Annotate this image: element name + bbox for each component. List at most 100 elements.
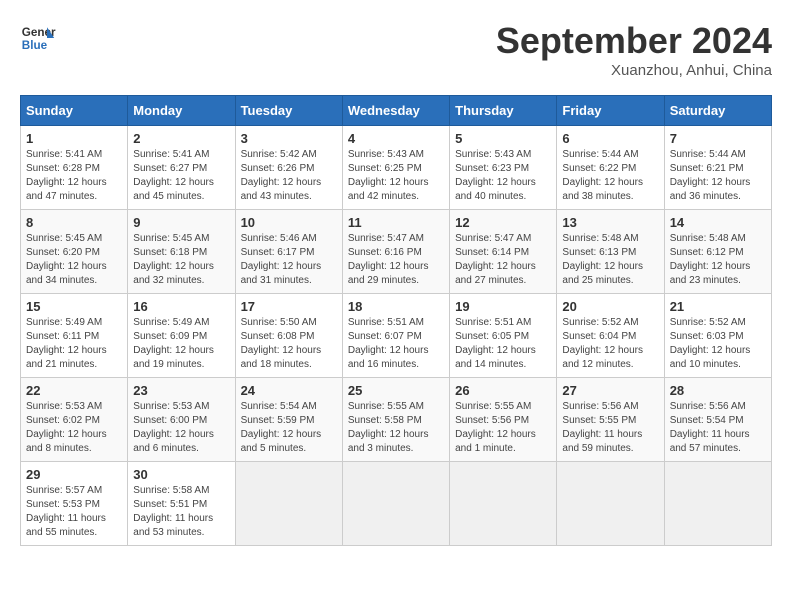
day-number: 29 (26, 467, 122, 482)
day-number: 9 (133, 215, 229, 230)
calendar-cell: 23 Sunrise: 5:53 AM Sunset: 6:00 PM Dayli… (128, 378, 235, 462)
day-number: 26 (455, 383, 551, 398)
calendar-cell: 22 Sunrise: 5:53 AM Sunset: 6:02 PM Dayli… (21, 378, 128, 462)
calendar-cell: 19Sunrise: 5:51 AM Sunset: 6:05 PM Dayli… (450, 294, 557, 378)
day-info: Sunrise: 5:56 AM Sunset: 5:55 PM Dayligh… (562, 400, 658, 456)
day-number: 20 (562, 299, 658, 314)
day-number: 11 (348, 215, 444, 230)
day-number: 2 (133, 131, 229, 146)
day-number: 27 (562, 383, 658, 398)
page-header: General Blue September 2024 Xuanzhou, An… (20, 20, 772, 79)
day-info: Sunrise: 5:43 AM Sunset: 6:25 PM Dayligh… (348, 148, 444, 204)
day-header-monday: Monday (128, 96, 235, 126)
day-info: Sunrise: 5:51 AM Sunset: 6:05 PM Dayligh… (455, 316, 551, 372)
calendar-cell: 18 Sunrise: 5:51 AM Sunset: 6:07 PM Dayli… (342, 294, 449, 378)
day-info: Sunrise: 5:58 AM Sunset: 5:51 PM Dayligh… (133, 484, 229, 540)
day-number: 12 (455, 215, 551, 230)
day-number: 24 (241, 383, 337, 398)
day-number: 3 (241, 131, 337, 146)
day-number: 22 (26, 383, 122, 398)
svg-text:Blue: Blue (22, 39, 48, 52)
day-number: 25 (348, 383, 444, 398)
calendar-cell: 15 Sunrise: 5:49 AM Sunset: 6:11 PM Dayli… (21, 294, 128, 378)
day-info: Sunrise: 5:50 AM Sunset: 6:08 PM Dayligh… (241, 316, 337, 372)
calendar-cell: 7 Sunrise: 5:44 AM Sunset: 6:21 PM Daylig… (664, 126, 771, 210)
calendar-cell: 13 Sunrise: 5:48 AM Sunset: 6:13 PM Dayli… (557, 210, 664, 294)
day-info: Sunrise: 5:55 AM Sunset: 5:58 PM Dayligh… (348, 400, 444, 456)
day-info: Sunrise: 5:56 AM Sunset: 5:54 PM Dayligh… (670, 400, 766, 456)
day-info: Sunrise: 5:44 AM Sunset: 6:22 PM Dayligh… (562, 148, 658, 204)
day-number: 16 (133, 299, 229, 314)
calendar-cell: 12 Sunrise: 5:47 AM Sunset: 6:14 PM Dayli… (450, 210, 557, 294)
day-info: Sunrise: 5:52 AM Sunset: 6:03 PM Dayligh… (670, 316, 766, 372)
day-number: 13 (562, 215, 658, 230)
day-info: Sunrise: 5:47 AM Sunset: 6:14 PM Dayligh… (455, 232, 551, 288)
day-info: Sunrise: 5:48 AM Sunset: 6:12 PM Dayligh… (670, 232, 766, 288)
day-info: Sunrise: 5:43 AM Sunset: 6:23 PM Dayligh… (455, 148, 551, 204)
calendar-cell: 17 Sunrise: 5:50 AM Sunset: 6:08 PM Dayli… (235, 294, 342, 378)
day-header-thursday: Thursday (450, 96, 557, 126)
day-number: 10 (241, 215, 337, 230)
calendar-cell: 30Sunrise: 5:58 AM Sunset: 5:51 PM Dayli… (128, 462, 235, 546)
calendar-cell: 5 Sunrise: 5:43 AM Sunset: 6:23 PM Daylig… (450, 126, 557, 210)
calendar-cell: 1 Sunrise: 5:41 AM Sunset: 6:28 PM Daylig… (21, 126, 128, 210)
day-info: Sunrise: 5:57 AM Sunset: 5:53 PM Dayligh… (26, 484, 122, 540)
day-number: 4 (348, 131, 444, 146)
calendar-cell: 11 Sunrise: 5:47 AM Sunset: 6:16 PM Dayli… (342, 210, 449, 294)
day-number: 1 (26, 131, 122, 146)
title-section: September 2024 Xuanzhou, Anhui, China (496, 20, 772, 79)
calendar-cell: 26 Sunrise: 5:55 AM Sunset: 5:56 PM Dayli… (450, 378, 557, 462)
day-info: Sunrise: 5:41 AM Sunset: 6:28 PM Dayligh… (26, 148, 122, 204)
month-title: September 2024 (496, 20, 772, 62)
day-info: Sunrise: 5:46 AM Sunset: 6:17 PM Dayligh… (241, 232, 337, 288)
calendar-cell: 3 Sunrise: 5:42 AM Sunset: 6:26 PM Daylig… (235, 126, 342, 210)
calendar-cell: 14 Sunrise: 5:48 AM Sunset: 6:12 PM Dayli… (664, 210, 771, 294)
calendar-cell: 10 Sunrise: 5:46 AM Sunset: 6:17 PM Dayli… (235, 210, 342, 294)
calendar-week-5: 29 Sunrise: 5:57 AM Sunset: 5:53 PM Dayli… (21, 462, 772, 546)
day-number: 7 (670, 131, 766, 146)
day-header-wednesday: Wednesday (342, 96, 449, 126)
day-number: 17 (241, 299, 337, 314)
calendar-cell: 25 Sunrise: 5:55 AM Sunset: 5:58 PM Dayli… (342, 378, 449, 462)
day-number: 14 (670, 215, 766, 230)
calendar-cell (664, 462, 771, 546)
calendar-cell: 16 Sunrise: 5:49 AM Sunset: 6:09 PM Dayli… (128, 294, 235, 378)
calendar-week-4: 22 Sunrise: 5:53 AM Sunset: 6:02 PM Dayli… (21, 378, 772, 462)
day-info: Sunrise: 5:53 AM Sunset: 6:00 PM Dayligh… (133, 400, 229, 456)
day-info: Sunrise: 5:45 AM Sunset: 6:20 PM Dayligh… (26, 232, 122, 288)
day-number: 23 (133, 383, 229, 398)
day-info: Sunrise: 5:49 AM Sunset: 6:11 PM Dayligh… (26, 316, 122, 372)
day-number: 5 (455, 131, 551, 146)
day-info: Sunrise: 5:52 AM Sunset: 6:04 PM Dayligh… (562, 316, 658, 372)
day-info: Sunrise: 5:44 AM Sunset: 6:21 PM Dayligh… (670, 148, 766, 204)
calendar-cell (342, 462, 449, 546)
day-number: 8 (26, 215, 122, 230)
calendar-cell: 9Sunrise: 5:45 AM Sunset: 6:18 PM Daylig… (128, 210, 235, 294)
day-number: 6 (562, 131, 658, 146)
calendar-cell: 28 Sunrise: 5:56 AM Sunset: 5:54 PM Dayli… (664, 378, 771, 462)
day-info: Sunrise: 5:47 AM Sunset: 6:16 PM Dayligh… (348, 232, 444, 288)
day-header-saturday: Saturday (664, 96, 771, 126)
day-info: Sunrise: 5:54 AM Sunset: 5:59 PM Dayligh… (241, 400, 337, 456)
day-info: Sunrise: 5:42 AM Sunset: 6:26 PM Dayligh… (241, 148, 337, 204)
calendar-week-2: 8 Sunrise: 5:45 AM Sunset: 6:20 PM Daylig… (21, 210, 772, 294)
calendar-week-1: 1 Sunrise: 5:41 AM Sunset: 6:28 PM Daylig… (21, 126, 772, 210)
location-subtitle: Xuanzhou, Anhui, China (496, 62, 772, 79)
calendar-cell: 24 Sunrise: 5:54 AM Sunset: 5:59 PM Dayli… (235, 378, 342, 462)
calendar-cell: 20 Sunrise: 5:52 AM Sunset: 6:04 PM Dayli… (557, 294, 664, 378)
calendar-cell (450, 462, 557, 546)
day-header-sunday: Sunday (21, 96, 128, 126)
day-number: 15 (26, 299, 122, 314)
day-info: Sunrise: 5:49 AM Sunset: 6:09 PM Dayligh… (133, 316, 229, 372)
calendar-cell: 2Sunrise: 5:41 AM Sunset: 6:27 PM Daylig… (128, 126, 235, 210)
day-number: 28 (670, 383, 766, 398)
logo: General Blue (20, 20, 56, 56)
day-info: Sunrise: 5:55 AM Sunset: 5:56 PM Dayligh… (455, 400, 551, 456)
calendar-cell: 8 Sunrise: 5:45 AM Sunset: 6:20 PM Daylig… (21, 210, 128, 294)
day-info: Sunrise: 5:53 AM Sunset: 6:02 PM Dayligh… (26, 400, 122, 456)
day-info: Sunrise: 5:51 AM Sunset: 6:07 PM Dayligh… (348, 316, 444, 372)
calendar-cell (557, 462, 664, 546)
day-info: Sunrise: 5:48 AM Sunset: 6:13 PM Dayligh… (562, 232, 658, 288)
day-number: 18 (348, 299, 444, 314)
calendar-cell: 27 Sunrise: 5:56 AM Sunset: 5:55 PM Dayli… (557, 378, 664, 462)
